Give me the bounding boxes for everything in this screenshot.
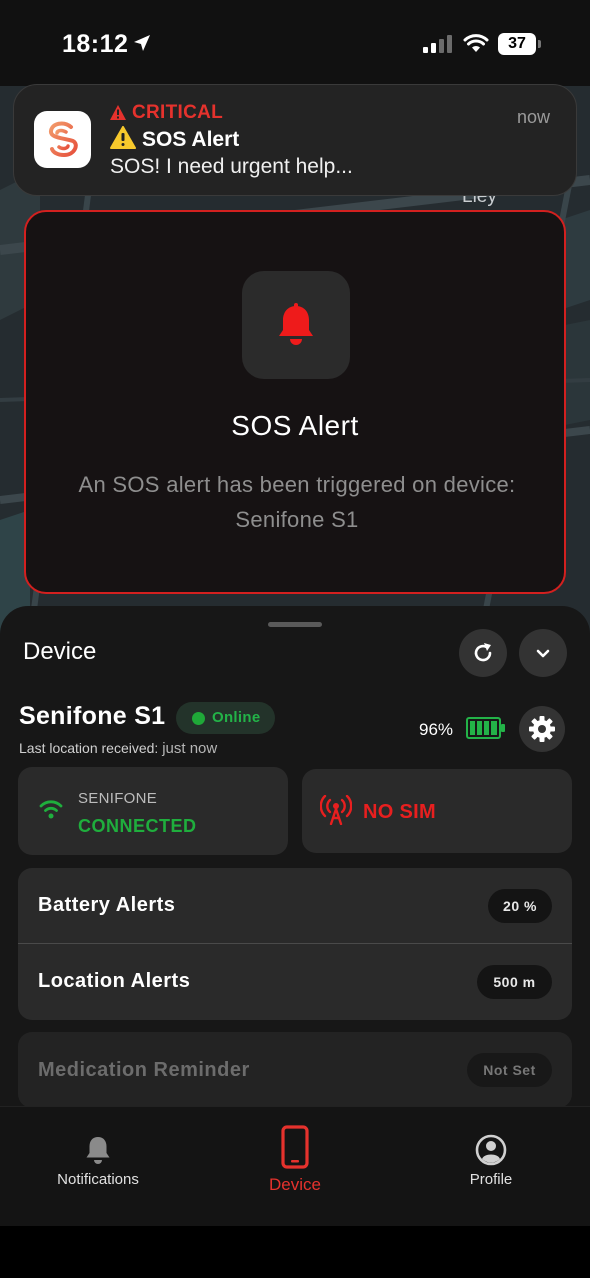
medication-reminder-row[interactable]: Medication Reminder Not Set: [18, 1032, 572, 1108]
status-bar: 18:12 37: [0, 0, 590, 86]
location-alerts-row[interactable]: Location Alerts 500 m: [18, 944, 572, 1020]
location-arrow-icon: [134, 35, 150, 51]
sos-icon-tile: [242, 271, 350, 379]
notification-critical-label: CRITICAL: [110, 102, 223, 124]
sim-value: NO SIM: [363, 801, 436, 823]
chevron-down-icon: [536, 649, 550, 658]
location-alerts-label: Location Alerts: [38, 970, 191, 992]
gear-icon: [529, 716, 555, 742]
battery-alerts-row[interactable]: Battery Alerts 20 %: [18, 868, 572, 944]
refresh-icon: [474, 643, 492, 662]
sos-alert-message: An SOS alert has been triggered on devic…: [78, 472, 516, 532]
medication-reminder-value: Not Set: [467, 1053, 552, 1087]
device-bottom-sheet: Device Senifone S1 Online Last location …: [0, 606, 590, 1126]
bottom-tab-bar: Notifications Device Profile: [0, 1106, 590, 1226]
medication-reminder-label: Medication Reminder: [38, 1059, 250, 1081]
tab-profile-label: Profile: [469, 1171, 513, 1188]
last-location: Last location received: just now: [19, 740, 218, 757]
battery-alerts-value: 20 %: [488, 889, 552, 923]
sos-alert-title: SOS Alert: [231, 410, 359, 441]
notification-banner[interactable]: CRITICAL SOS Alert SOS! I need urgent he…: [13, 84, 577, 196]
bell-icon: [86, 1137, 110, 1164]
sheet-drag-handle[interactable]: [268, 622, 322, 627]
tab-profile[interactable]: Profile: [406, 1107, 576, 1207]
device-battery-percent: 96%: [419, 720, 454, 739]
status-badge: Online: [176, 702, 275, 734]
battery-alerts-label: Battery Alerts: [38, 894, 176, 916]
tab-device-label: Device: [269, 1175, 321, 1194]
device-name: Senifone S1: [19, 702, 166, 730]
connection-label: SENIFONE: [78, 790, 158, 807]
battery-indicator: 37: [498, 33, 542, 55]
sim-status-card[interactable]: NO SIM: [302, 769, 572, 853]
warning-icon: [110, 126, 136, 149]
sos-alert-card[interactable]: SOS Alert An SOS alert has been triggere…: [24, 210, 566, 594]
collapse-sheet-button[interactable]: [519, 629, 567, 677]
device-settings-button[interactable]: [519, 706, 565, 752]
location-alerts-value: 500 m: [477, 965, 552, 999]
antenna-icon: [320, 795, 352, 825]
notification-title: SOS Alert: [110, 126, 239, 152]
senifone-app-icon: [34, 111, 91, 168]
notification-time: now: [516, 107, 550, 127]
battery-level: 37: [498, 33, 536, 55]
battery-full-icon: [466, 717, 505, 739]
tab-notifications-label: Notifications: [57, 1171, 139, 1188]
cellular-signal-icon: [423, 35, 452, 53]
status-time: 18:12: [62, 30, 129, 58]
alerts-card: Battery Alerts 20 % Location Alerts 500 …: [18, 868, 572, 1020]
tab-notifications[interactable]: Notifications: [13, 1107, 183, 1207]
notification-body: SOS! I need urgent help...: [110, 155, 353, 178]
connection-status-card[interactable]: SENIFONE CONNECTED: [18, 767, 288, 855]
tab-device[interactable]: Device: [210, 1107, 380, 1207]
bell-icon: [279, 303, 313, 345]
connection-value: CONNECTED: [78, 816, 197, 836]
wifi-icon: [463, 34, 489, 52]
home-indicator-area: [0, 1226, 590, 1278]
phone-icon: [281, 1125, 309, 1169]
refresh-button[interactable]: [459, 629, 507, 677]
critical-warning-icon: [110, 105, 126, 120]
online-dot: [192, 712, 205, 725]
sheet-title: Device: [23, 638, 97, 665]
wifi-icon: [39, 800, 63, 819]
profile-icon: [475, 1134, 507, 1166]
